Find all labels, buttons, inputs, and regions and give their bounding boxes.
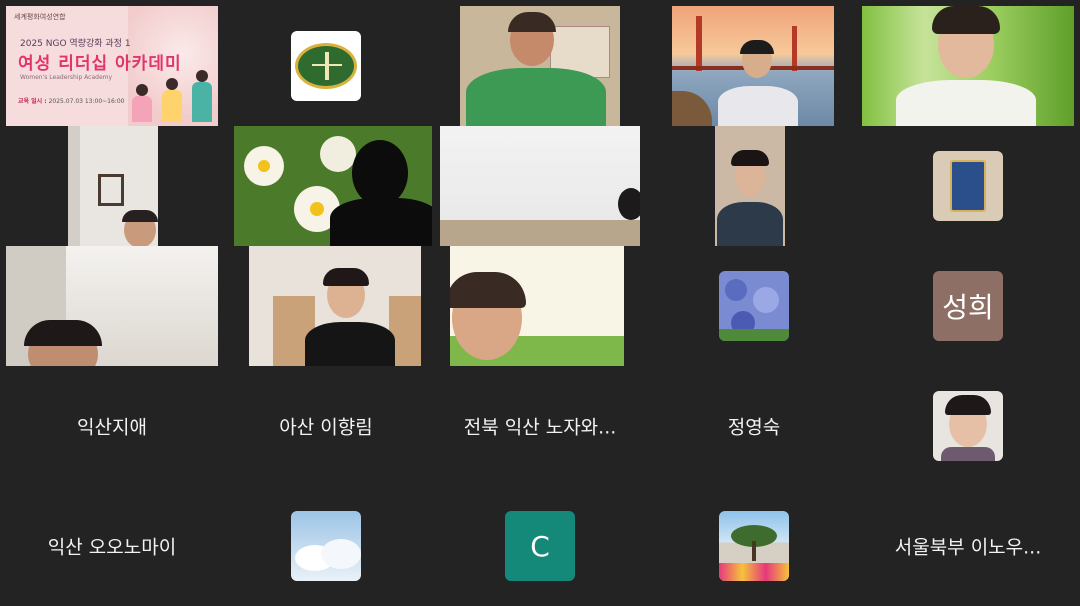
initials-avatar: 성희 <box>933 271 1003 341</box>
participant-tile-name-4[interactable]: 정영숙 <box>648 366 860 486</box>
participant-tile-initial-c[interactable]: C <box>434 486 646 606</box>
participant-tile-bright-room[interactable] <box>434 246 646 366</box>
participant-tile-initials-seonghui[interactable]: 성희 <box>862 246 1074 366</box>
participant-tile-portrait[interactable] <box>862 366 1074 486</box>
slide-title: 여성 리더십 아카데미 <box>18 54 182 74</box>
participant-name: 서울북부 이노우... <box>894 536 1042 559</box>
participant-tile-low-angle[interactable] <box>6 246 218 366</box>
avatar-initials: C <box>530 529 550 563</box>
participant-tile-clouds[interactable] <box>220 486 432 606</box>
participant-video <box>440 126 640 246</box>
emblem-avatar <box>291 31 361 101</box>
portrait-avatar <box>933 391 1003 461</box>
participant-tile-name-6[interactable]: 서울북부 이노우... <box>862 486 1074 606</box>
slide-subtitle: 2025 NGO 역량강화 과정 1 <box>20 39 131 49</box>
participant-tile-name-1[interactable]: 익산지애 <box>6 366 218 486</box>
participant-tile-green-shirt[interactable] <box>434 6 646 126</box>
participant-video <box>672 6 834 126</box>
participant-video <box>862 6 1074 126</box>
participant-name: 아산 이향림 <box>279 416 373 439</box>
participant-video <box>6 246 218 366</box>
participant-tile-glasses-hand[interactable] <box>648 126 860 246</box>
participant-tile-slide[interactable]: 세계평화여성연합 2025 NGO 역량강화 과정 1 여성 리더십 아카데미 … <box>6 6 218 126</box>
participant-video <box>460 6 620 126</box>
participant-tile-blank[interactable] <box>434 126 646 246</box>
participant-tile-bridge[interactable] <box>648 6 860 126</box>
initials-avatar: C <box>505 511 575 581</box>
participant-video <box>450 246 624 366</box>
slide-english: Women's Leadership Academy <box>20 74 113 81</box>
avatar-initials: 성희 <box>942 291 994 324</box>
participant-tile-room-glasses[interactable] <box>220 246 432 366</box>
participant-tile-hydrangea[interactable] <box>648 246 860 366</box>
participant-tile-room-corner[interactable] <box>6 126 218 246</box>
clouds-avatar <box>291 511 361 581</box>
participant-name: 정영숙 <box>727 416 781 439</box>
participant-video <box>249 246 421 366</box>
participant-video <box>234 126 432 246</box>
participant-tile-tea-tin[interactable] <box>862 126 1074 246</box>
participant-name: 전북 익산 노자와... <box>463 416 617 439</box>
slide-date: 교육 일시 : 2025.07.03 13:00~16:00 <box>18 98 125 105</box>
participant-video <box>68 126 158 246</box>
tree-flowers-avatar <box>719 511 789 581</box>
participant-name: 익산지애 <box>77 416 147 439</box>
participant-tile-name-2[interactable]: 아산 이향림 <box>220 366 432 486</box>
shared-slide: 세계평화여성연합 2025 NGO 역량강화 과정 1 여성 리더십 아카데미 … <box>6 6 218 126</box>
participant-tile-grass[interactable] <box>862 6 1074 126</box>
participant-tile-name-5[interactable]: 익산 오오노마이 <box>6 486 218 606</box>
participant-video <box>715 126 785 246</box>
slide-header: 세계평화여성연합 <box>14 13 66 21</box>
participant-tile-name-3[interactable]: 전북 익산 노자와... <box>434 366 646 486</box>
participant-tile-daffodil[interactable] <box>220 126 432 246</box>
hydrangea-avatar <box>719 271 789 341</box>
participant-name: 익산 오오노마이 <box>47 536 177 559</box>
tea-tin-avatar <box>933 151 1003 221</box>
participant-tile-emblem[interactable] <box>220 6 432 126</box>
participant-tile-tree[interactable] <box>648 486 860 606</box>
